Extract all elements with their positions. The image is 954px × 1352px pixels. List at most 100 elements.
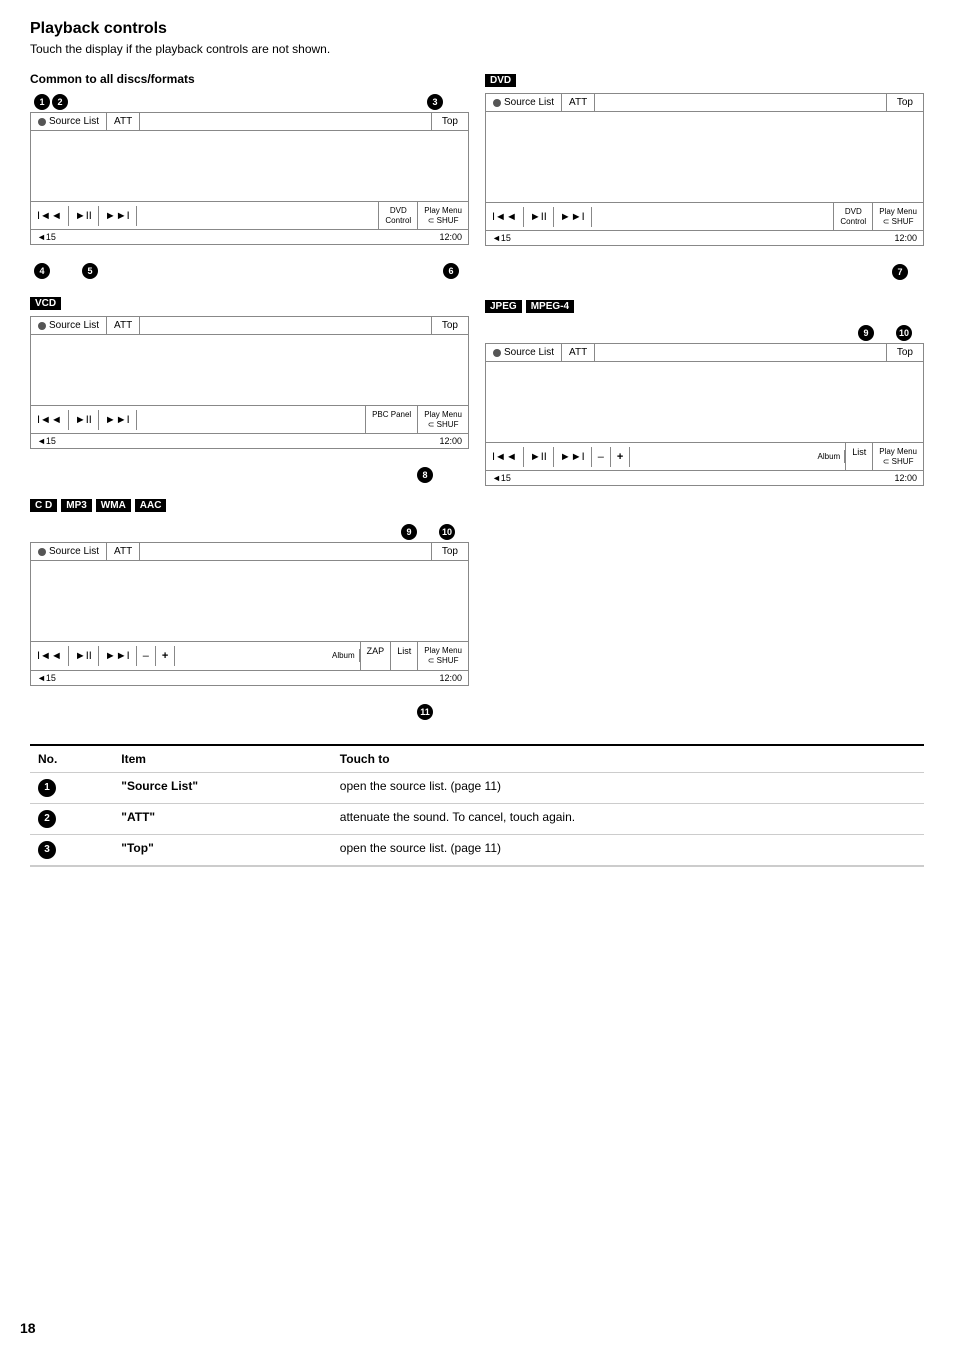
vcd-play-menu-btn[interactable]: Play Menu⊂ SHUF: [418, 406, 468, 433]
vcd-source-dot: [38, 322, 46, 330]
callout-7-label: 7: [892, 264, 910, 280]
common-screen: [31, 131, 468, 201]
dvd-att-btn[interactable]: ATT: [562, 94, 595, 111]
cd-next-btn[interactable]: ►►I: [99, 646, 137, 666]
jpeg-plus-btn[interactable]: +: [611, 447, 630, 467]
vcd-att-btn[interactable]: ATT: [107, 317, 140, 334]
top-btn[interactable]: Top: [431, 113, 468, 130]
jpeg-player-box: Source List ATT Top I◄◄ ►II ►►I –: [485, 343, 924, 486]
next-btn[interactable]: ►►I: [99, 206, 137, 226]
jpeg-minus-btn[interactable]: –: [592, 447, 611, 467]
att-label: ATT: [114, 116, 132, 127]
cd-annotations-bottom: 11: [30, 702, 469, 720]
jpeg-play-btn[interactable]: ►II: [524, 447, 554, 467]
callout-7: 7: [892, 264, 908, 280]
dvd-prev-btn[interactable]: I◄◄: [486, 207, 524, 227]
play-menu-btn[interactable]: Play Menu⊂ SHUF: [418, 202, 468, 229]
jpeg-top-btn[interactable]: Top: [886, 344, 923, 361]
source-list-btn[interactable]: Source List: [31, 113, 107, 130]
jpeg-att-btn[interactable]: ATT: [562, 344, 595, 361]
att-btn[interactable]: ATT: [107, 113, 140, 130]
dvd-dvd-control-btn[interactable]: DVDControl: [834, 203, 873, 230]
playpause-btn[interactable]: ►II: [69, 206, 99, 226]
page-number: 18: [20, 1320, 36, 1336]
vcd-source-list-btn[interactable]: Source List: [31, 317, 107, 334]
cd-minus-btn[interactable]: –: [137, 646, 156, 666]
page-subtitle: Touch the display if the playback contro…: [30, 42, 924, 56]
cd-top-btn[interactable]: Top: [431, 543, 468, 560]
cd-controls: I◄◄ ►II ►►I – + Album ZAP List Play Menu…: [31, 641, 468, 669]
cd-list-btn[interactable]: List: [391, 642, 418, 669]
callout-11-label: 11: [417, 704, 435, 720]
jpeg-badge: JPEG: [485, 300, 522, 313]
dvd-play-btn[interactable]: ►II: [524, 207, 554, 227]
prev-btn[interactable]: I◄◄: [31, 206, 69, 226]
common-player-box: Source List ATT Top I◄◄ ►I: [30, 112, 469, 245]
dvd-source-list-btn[interactable]: Source List: [486, 94, 562, 111]
cd-statusbar: ◄15 12:00: [31, 670, 468, 685]
vcd-annotations-bottom: 8: [30, 465, 469, 483]
dvd-topbar: Source List ATT Top: [486, 94, 923, 112]
jpeg-statusbar: ◄15 12:00: [486, 470, 923, 485]
jpeg-prev-btn[interactable]: I◄◄: [486, 447, 524, 467]
table-row: 3 "Top" open the source list. (page 11): [30, 834, 924, 865]
dvd-top-btn[interactable]: Top: [886, 94, 923, 111]
dvd-screen: [486, 112, 923, 202]
callout-1-label: 1: [34, 94, 52, 110]
common-section: Common to all discs/formats 1 2 3 Source…: [30, 72, 469, 279]
jpeg-callout-10: 10: [896, 325, 912, 341]
dvd-annotations-bottom: 7: [485, 262, 924, 280]
cd-annotations-top: 9 10: [30, 524, 469, 542]
cd-play-btn[interactable]: ►II: [69, 646, 99, 666]
row3-no: 3: [30, 834, 113, 865]
dvd-section: DVD Source List ATT Top: [485, 72, 924, 280]
col-item: Item: [113, 746, 332, 773]
status-left: ◄15: [37, 232, 56, 242]
dvd-next-btn[interactable]: ►►I: [554, 207, 592, 227]
vcd-next-btn[interactable]: ►►I: [99, 410, 137, 430]
common-section-title: Common to all discs/formats: [30, 72, 469, 86]
page-title: Playback controls: [30, 20, 924, 38]
row3-item: "Top": [113, 834, 332, 865]
dvd-play-menu-btn[interactable]: Play Menu⊂ SHUF: [873, 203, 923, 230]
next-icon: ►►I: [105, 210, 130, 222]
vcd-play-btn[interactable]: ►II: [69, 410, 99, 430]
cd-att-btn[interactable]: ATT: [107, 543, 140, 560]
jpeg-play-menu-btn[interactable]: Play Menu⊂ SHUF: [873, 443, 923, 470]
pbc-panel-btn[interactable]: PBC Panel: [366, 406, 418, 433]
dvd-source-dot: [493, 99, 501, 107]
dvd-statusbar: ◄15 12:00: [486, 230, 923, 245]
vcd-top-btn[interactable]: Top: [431, 317, 468, 334]
dvd-player-box: Source List ATT Top I◄◄ ►II ►►I: [485, 93, 924, 246]
source-dot: [38, 118, 46, 126]
jpeg-next-btn[interactable]: ►►I: [554, 447, 592, 467]
cd-callout-9-label: 9: [401, 524, 419, 540]
mpeg4-badge: MPEG-4: [526, 300, 574, 313]
jpeg-callout-9-label: 9: [858, 325, 876, 341]
jpeg-source-list-btn[interactable]: Source List: [486, 344, 562, 361]
common-controls: I◄◄ ►II ►►I DVDControl Play Menu⊂ SHUF: [31, 201, 468, 229]
callout-2-label: 2: [52, 94, 70, 110]
dvd-control-btn[interactable]: DVDControl: [379, 202, 418, 229]
jpeg-controls: I◄◄ ►II ►►I – + Album List Play Menu⊂ SH…: [486, 442, 923, 470]
jpeg-callout-10-label: 10: [896, 325, 914, 341]
callout-8: 8: [417, 467, 433, 483]
jpeg-list-btn[interactable]: List: [846, 443, 873, 470]
vcd-prev-btn[interactable]: I◄◄: [31, 410, 69, 430]
callout-4-label: 4: [34, 263, 52, 279]
vcd-player-box: Source List ATT Top I◄◄ ►II ►►I: [30, 316, 469, 449]
vcd-source-list-label: Source List: [49, 320, 99, 331]
cd-source-list-btn[interactable]: Source List: [31, 543, 107, 560]
reference-table: No. Item Touch to 1 "Source List" open t…: [30, 744, 924, 867]
cd-prev-btn[interactable]: I◄◄: [31, 646, 69, 666]
callout-5-label: 5: [82, 263, 100, 279]
row2-item: "ATT": [113, 803, 332, 834]
callout-2: 2: [52, 94, 68, 110]
cd-plus-btn[interactable]: +: [156, 646, 175, 666]
callout-8-label: 8: [417, 467, 435, 483]
cd-section: C D MP3 WMA AAC 9 10 Source List AT: [30, 499, 469, 719]
vcd-statusbar: ◄15 12:00: [31, 433, 468, 448]
cd-play-menu-btn[interactable]: Play Menu⊂ SHUF: [418, 642, 468, 669]
zap-btn[interactable]: ZAP: [361, 642, 392, 669]
callout-11: 11: [417, 704, 433, 720]
